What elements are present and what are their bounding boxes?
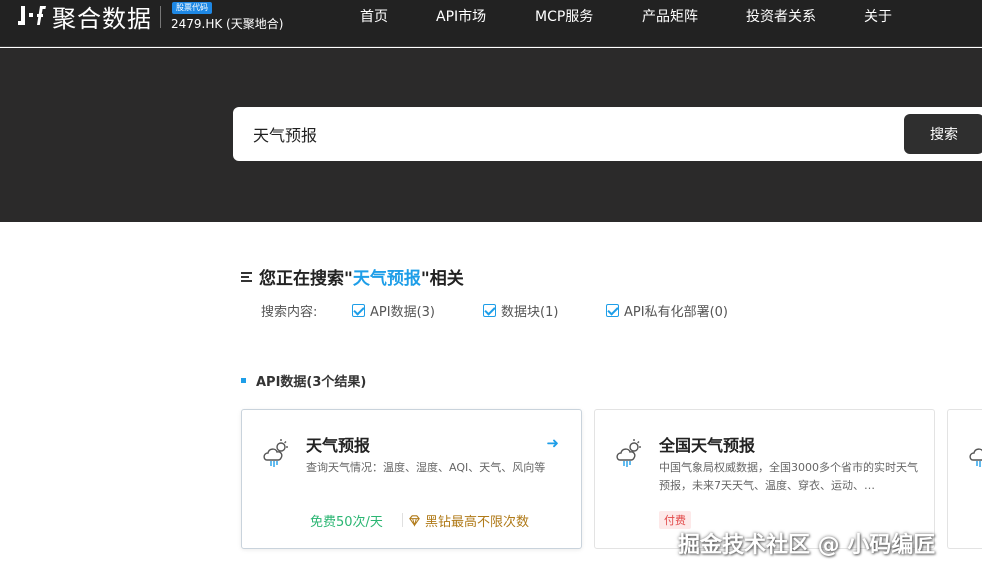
search-box: [233, 107, 982, 161]
nav-about[interactable]: 关于: [864, 6, 892, 26]
checkbox-checked-icon[interactable]: [352, 304, 365, 317]
filter-api-data-label: API数据(3): [370, 305, 435, 320]
filter-private-deploy[interactable]: API私有化部署(0): [606, 301, 728, 320]
filter-data-block-label: 数据块(1): [501, 305, 559, 320]
free-quota: 免费50次/天: [310, 515, 383, 530]
search-button[interactable]: 搜索: [904, 114, 982, 154]
stock-badge: 股票代码: [172, 2, 212, 14]
card-divider: [402, 513, 403, 527]
list-icon: [241, 271, 253, 283]
api-card-partial[interactable]: [947, 409, 982, 549]
watermark: 掘金技术社区 @ 小码编匠: [678, 533, 936, 558]
results-title-prefix: 您正在搜索": [259, 269, 353, 289]
results-title: 您正在搜索" 天气预报 "相关: [241, 264, 464, 289]
vip-quota: 黑钻最高不限次数: [408, 511, 529, 530]
filter-label: 搜索内容:: [261, 305, 318, 320]
weather-cloud-sun-icon: [616, 439, 641, 467]
nav-mcp-service[interactable]: MCP服务: [535, 6, 593, 26]
logo-mark-icon: [18, 6, 46, 25]
logo[interactable]: 聚合数据: [18, 2, 152, 33]
filter-private-deploy-label: API私有化部署(0): [624, 305, 728, 320]
card-title[interactable]: 全国天气预报: [659, 432, 755, 456]
results-title-suffix: "相关: [420, 269, 464, 289]
api-card-weather[interactable]: 天气预报 ➜ 查询天气情况：温度、湿度、AQI、天气、风向等 免费50次/天 黑…: [241, 409, 582, 549]
logo-text: 聚合数据: [52, 4, 152, 33]
logo-divider: [160, 6, 161, 28]
section-title: API数据(3个结果): [241, 371, 366, 390]
checkbox-checked-icon[interactable]: [606, 304, 619, 317]
nav-product-matrix[interactable]: 产品矩阵: [642, 6, 698, 26]
page: 聚合数据 股票代码 2479.HK (天聚地合) 首页 API市场 MCP服务 …: [0, 0, 982, 573]
search-input[interactable]: [253, 123, 853, 145]
results-keyword: 天气预报: [352, 269, 421, 289]
nav-home[interactable]: 首页: [360, 6, 388, 26]
checkbox-checked-icon[interactable]: [483, 304, 496, 317]
section-bullet-icon: [241, 378, 246, 383]
weather-cloud-sun-icon: [263, 439, 288, 467]
nav-investor-relations[interactable]: 投资者关系: [746, 6, 816, 26]
vip-quota-text: 黑钻最高不限次数: [425, 515, 530, 530]
diamond-icon: [409, 515, 420, 527]
arrow-right-icon[interactable]: ➜: [546, 434, 559, 452]
weather-cloud-sun-icon: [969, 448, 982, 467]
section-title-text: API数据(3个结果): [256, 375, 367, 390]
card-title[interactable]: 天气预报: [306, 432, 370, 456]
nav-api-market[interactable]: API市场: [436, 6, 486, 26]
filter-api-data[interactable]: API数据(3): [352, 301, 435, 320]
filter-data-block[interactable]: 数据块(1): [483, 301, 558, 320]
card-description: 查询天气情况：温度、湿度、AQI、天气、风向等: [306, 461, 546, 474]
card-description: 中国气象局权威数据，全国3000多个省市的实时天气预报，未来7天天气、温度、穿衣…: [659, 461, 918, 492]
top-nav: 聚合数据 股票代码 2479.HK (天聚地合) 首页 API市场 MCP服务 …: [0, 0, 982, 47]
stock-code-text: 2479.HK (天聚地合): [171, 17, 284, 31]
